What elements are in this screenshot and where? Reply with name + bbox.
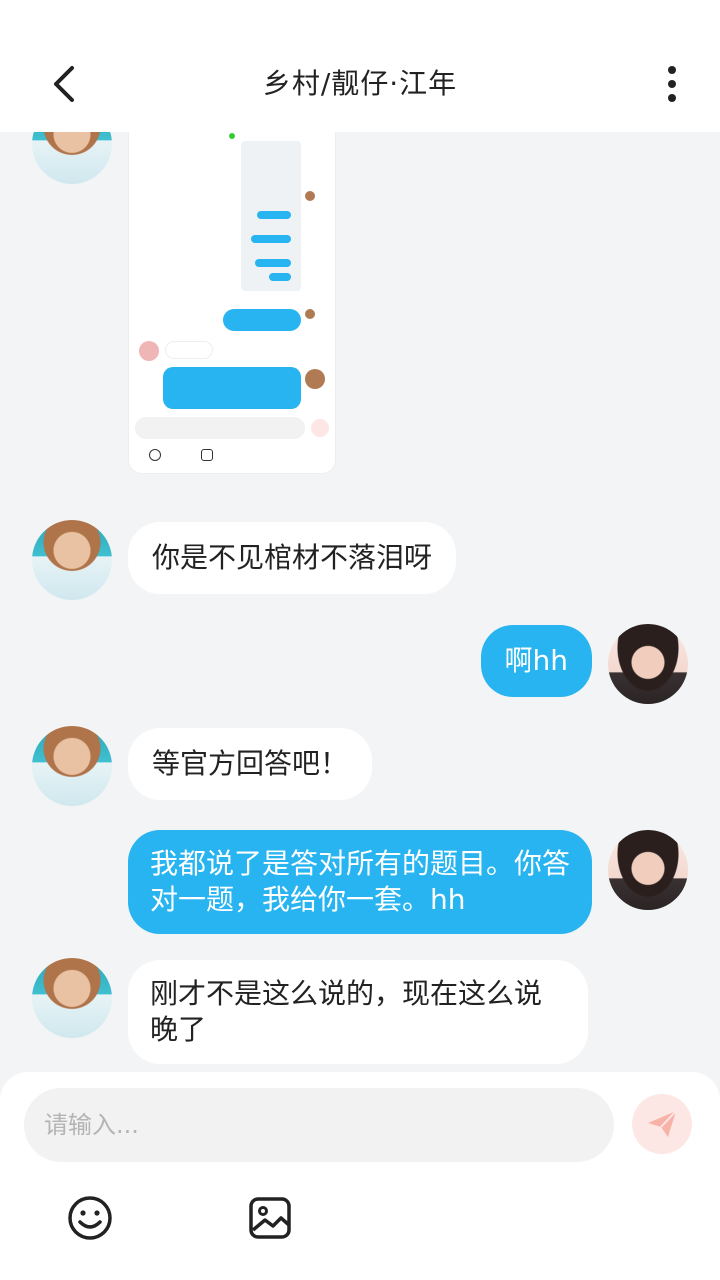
message-list[interactable]: 你是不见棺材不落泪呀 啊hh 等官方回答吧！ 我都说了是答对所有的题目。你答对一…: [0, 132, 720, 1072]
input-panel: [0, 1072, 720, 1280]
online-dot-icon: [229, 133, 235, 139]
chat-header: 乡村/靓仔·江年: [0, 0, 720, 132]
mini-bubble: [223, 309, 301, 331]
message-bubble[interactable]: 刚才不是这么说的，现在这么说晚了: [128, 960, 588, 1064]
message-bubble[interactable]: 我都说了是答对所有的题目。你答对一题，我给你一套。hh: [128, 830, 592, 934]
image-message[interactable]: [128, 132, 336, 474]
contact-avatar[interactable]: [32, 132, 112, 184]
smile-icon: [68, 1196, 112, 1240]
message-bubble[interactable]: 啊hh: [480, 625, 592, 697]
message-input[interactable]: [24, 1088, 614, 1162]
more-button[interactable]: [652, 60, 692, 108]
user-avatar[interactable]: [608, 624, 688, 704]
contact-avatar[interactable]: [32, 520, 112, 600]
mini-avatar: [305, 191, 315, 201]
mini-input: [135, 417, 305, 439]
mini-avatar: [139, 341, 159, 361]
mini-send-icon: [311, 419, 329, 437]
mini-smile-icon: [149, 449, 161, 461]
mini-avatar: [305, 309, 315, 319]
page-title: 乡村/靓仔·江年: [262, 67, 458, 100]
mini-bubble: [255, 259, 291, 267]
mini-avatar: [305, 369, 325, 389]
mini-bubble: [257, 211, 291, 219]
mini-bubble: [163, 367, 301, 409]
mini-bubble: [269, 273, 291, 281]
message-bubble[interactable]: 你是不见棺材不落泪呀: [128, 522, 457, 594]
image-icon: [249, 1197, 291, 1239]
emoji-button[interactable]: [66, 1194, 114, 1242]
contact-avatar[interactable]: [32, 958, 112, 1038]
image-button[interactable]: [246, 1194, 294, 1242]
mini-image-icon: [201, 449, 213, 461]
user-avatar[interactable]: [608, 830, 688, 910]
send-icon: [648, 1110, 677, 1137]
send-button[interactable]: [632, 1094, 692, 1154]
message-bubble[interactable]: 等官方回答吧！: [128, 728, 373, 800]
mini-bubble: [251, 235, 291, 243]
contact-avatar[interactable]: [32, 726, 112, 806]
mini-bubble: [165, 341, 213, 359]
more-vertical-icon: [668, 66, 676, 102]
